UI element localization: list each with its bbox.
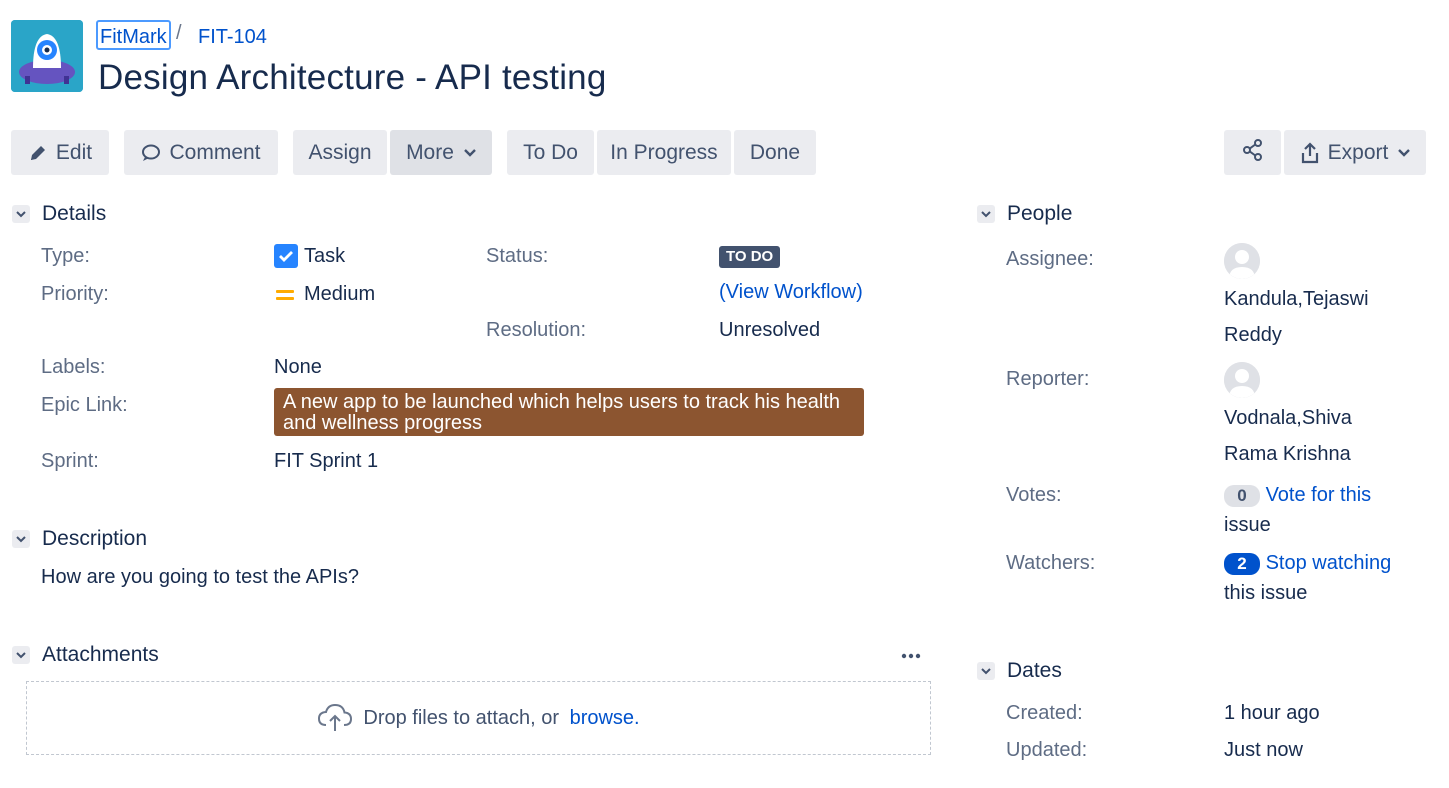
sprint-value[interactable]: FIT Sprint 1: [274, 450, 378, 473]
export-button[interactable]: Export: [1284, 130, 1426, 175]
chevron-down-icon: [464, 148, 476, 157]
priority-value: Medium: [274, 283, 375, 306]
todo-label: To Do: [523, 140, 578, 164]
type-value: Task: [274, 244, 345, 268]
comment-icon: [141, 143, 161, 163]
workflow-close-paren: ): [856, 281, 863, 303]
type-label: Type:: [41, 245, 90, 267]
dates-heading: Dates: [1007, 659, 1062, 682]
export-label: Export: [1327, 140, 1389, 164]
more-label: More: [406, 140, 454, 164]
description-text[interactable]: How are you going to test the APIs?: [41, 566, 359, 589]
votes-count-badge: 0: [1224, 485, 1260, 507]
resolution-value: Unresolved: [719, 319, 821, 341]
chevron-down-icon[interactable]: [12, 530, 30, 548]
breadcrumb-issue-key-link[interactable]: FIT-104: [198, 24, 267, 50]
comment-button[interactable]: Comment: [124, 130, 278, 175]
updated-label: Updated:: [1006, 739, 1088, 761]
stop-watching-link[interactable]: Stop watching: [1266, 552, 1392, 574]
issue-title: Design Architecture - API testing: [98, 58, 607, 97]
assign-button[interactable]: Assign: [293, 130, 387, 175]
description-section-header[interactable]: Description: [12, 527, 147, 551]
reporter-avatar[interactable]: [1224, 362, 1260, 398]
attachment-drop-zone[interactable]: Drop files to attach, or browse.: [26, 681, 931, 755]
assignee-label: Assignee:: [1006, 248, 1094, 270]
transition-done-button[interactable]: Done: [734, 130, 816, 175]
more-button[interactable]: More: [390, 130, 492, 175]
reporter-name-line1: Vodnala,Shiva: [1224, 407, 1352, 429]
priority-text: Medium: [304, 283, 376, 305]
status-badge: TO DO: [719, 246, 781, 268]
chevron-down-icon: [1398, 148, 1411, 157]
assign-label: Assign: [308, 140, 372, 164]
attachments-section-header[interactable]: Attachments: [12, 643, 159, 667]
chevron-down-icon[interactable]: [977, 662, 995, 680]
labels-value: None: [274, 356, 322, 378]
pencil-icon: [28, 143, 48, 163]
priority-label: Priority:: [41, 283, 109, 305]
edit-button[interactable]: Edit: [11, 130, 109, 175]
attachments-heading: Attachments: [42, 643, 159, 666]
chevron-down-icon[interactable]: [12, 646, 30, 664]
dates-section-header[interactable]: Dates: [977, 659, 1062, 683]
people-section-header[interactable]: People: [977, 202, 1072, 226]
share-button[interactable]: [1224, 130, 1281, 175]
project-avatar[interactable]: [11, 20, 83, 92]
vote-link[interactable]: Vote for this: [1266, 484, 1372, 506]
edit-label: Edit: [55, 140, 93, 164]
priority-medium-icon: [274, 287, 296, 303]
share-icon: [1242, 138, 1264, 167]
stop-watching-link-line2[interactable]: this issue: [1224, 582, 1307, 605]
votes-value: 0 Vote for this: [1224, 484, 1371, 507]
assignee-name-line2: Reddy: [1224, 324, 1282, 346]
watchers-count-badge: 2: [1224, 553, 1260, 575]
watchers-label: Watchers:: [1006, 552, 1096, 574]
labels-label: Labels:: [41, 356, 106, 378]
cloud-upload-icon: [317, 703, 353, 733]
comment-label: Comment: [169, 140, 261, 164]
details-heading: Details: [42, 202, 107, 225]
vote-link-line2[interactable]: issue: [1224, 514, 1271, 537]
description-heading: Description: [42, 527, 148, 550]
export-icon: [1300, 141, 1320, 164]
drop-text: Drop files to attach, or: [363, 706, 565, 729]
votes-label: Votes:: [1006, 484, 1062, 506]
created-label: Created:: [1006, 702, 1083, 724]
resolution-label: Resolution:: [486, 319, 587, 341]
view-workflow-link[interactable]: View Workflow: [726, 281, 856, 303]
assignee-avatar[interactable]: [1224, 243, 1260, 279]
created-value: 1 hour ago: [1224, 702, 1320, 724]
breadcrumb-separator: /: [176, 22, 182, 44]
reporter-name-line2: Rama Krishna: [1224, 443, 1351, 465]
task-icon: [274, 244, 298, 268]
in-progress-label: In Progress: [610, 140, 718, 164]
view-workflow: (View Workflow): [719, 281, 863, 304]
reporter-label: Reporter:: [1006, 368, 1090, 390]
breadcrumb-project-link[interactable]: FitMark: [96, 20, 171, 50]
people-heading: People: [1007, 202, 1073, 225]
epic-link-lozenge[interactable]: A new app to be launched which helps use…: [274, 388, 864, 436]
transition-todo-button[interactable]: To Do: [507, 130, 594, 175]
chevron-down-icon[interactable]: [12, 205, 30, 223]
workflow-open-paren: (: [719, 281, 726, 303]
sprint-label: Sprint:: [41, 450, 99, 472]
more-options-icon[interactable]: [900, 648, 922, 669]
transition-in-progress-button[interactable]: In Progress: [597, 130, 731, 175]
status-label: Status:: [486, 245, 549, 267]
type-text: Task: [304, 244, 346, 267]
browse-link[interactable]: browse.: [570, 707, 640, 730]
details-section-header[interactable]: Details: [12, 202, 106, 226]
updated-value: Just now: [1224, 739, 1303, 761]
done-label: Done: [749, 140, 801, 164]
watchers-value: 2 Stop watching: [1224, 552, 1391, 575]
assignee-name-line1: Kandula,Tejaswi: [1224, 288, 1369, 310]
chevron-down-icon[interactable]: [977, 205, 995, 223]
epic-link-label: Epic Link:: [41, 394, 128, 416]
